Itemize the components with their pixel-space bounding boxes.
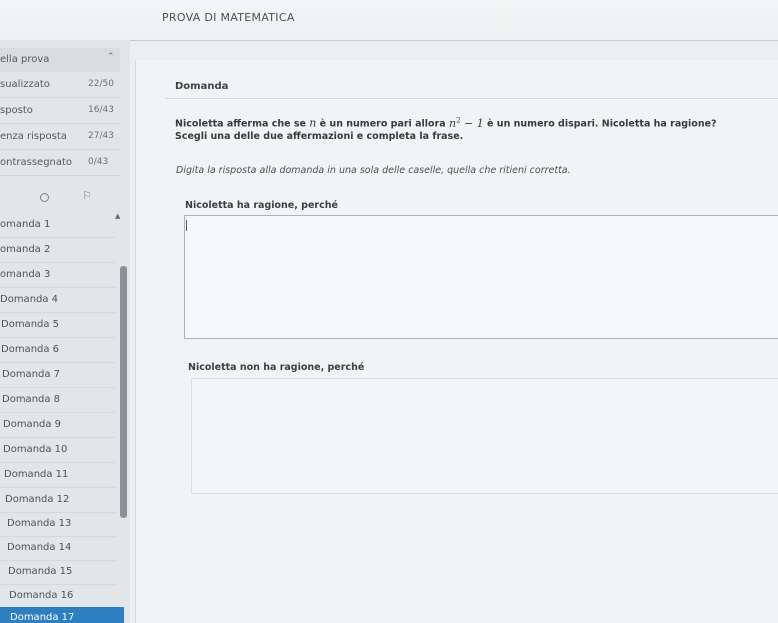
option-yes-textbox[interactable] xyxy=(184,215,778,339)
question-nav-item[interactable]: Domanda 10 xyxy=(0,438,116,463)
question-nav-item[interactable]: Domanda 14 xyxy=(0,536,116,561)
math-base: n xyxy=(448,116,457,130)
question-nav-label: Domanda 9 xyxy=(3,419,62,430)
text-caret xyxy=(186,220,187,231)
chevron-up-icon[interactable]: ⌃ xyxy=(107,52,115,62)
option-no-textbox[interactable] xyxy=(191,378,778,494)
question-nav-item[interactable]: Domanda 13 xyxy=(0,512,116,537)
question-nav-label: Domanda 17 xyxy=(10,612,75,623)
stat-row-unanswered: enza risposta 27/43 xyxy=(0,125,120,150)
question-nav-item[interactable]: Domanda 9 xyxy=(0,413,116,438)
question-nav-item[interactable]: Domanda 4 xyxy=(0,288,116,313)
flag-icon[interactable]: ⚐ xyxy=(82,189,92,202)
stat-count: 16/43 xyxy=(88,105,114,115)
question-nav-label: omanda 2 xyxy=(0,244,51,255)
question-nav-item[interactable]: omanda 2 xyxy=(0,238,116,263)
question-nav-item[interactable]: Domanda 12 xyxy=(0,488,116,513)
question-nav-label: omanda 3 xyxy=(0,269,51,280)
question-nav-item[interactable]: omanda 3 xyxy=(0,263,116,288)
summary-panel-header[interactable]: ella prova ⌃ xyxy=(0,48,120,72)
question-nav-item[interactable]: Domanda 7 xyxy=(0,363,116,388)
stat-row-answered: sposto 16/43 xyxy=(0,99,120,124)
question-nav-label: Domanda 13 xyxy=(7,518,72,529)
question-nav-label: omanda 1 xyxy=(0,219,51,230)
question-text-part: è un numero dispari. Nicoletta ha ragion… xyxy=(483,118,717,130)
question-subtext: Scegli una delle due affermazioni e comp… xyxy=(175,131,464,142)
question-nav-label: Domanda 15 xyxy=(8,566,73,577)
question-nav-item[interactable]: Domanda 6 xyxy=(0,338,116,363)
circle-icon[interactable] xyxy=(40,193,49,202)
question-nav-item[interactable]: Domanda 11 xyxy=(0,463,116,488)
question-nav-label: Domanda 12 xyxy=(5,494,70,505)
question-nav-label: Domanda 11 xyxy=(4,469,69,480)
question-nav-item[interactable]: Domanda 16 xyxy=(0,584,116,609)
question-panel xyxy=(135,60,778,623)
question-text-part: è un numero pari allora xyxy=(316,118,449,130)
stat-row-viewed: sualizzato 22/50 xyxy=(0,73,120,98)
question-nav-label: Domanda 16 xyxy=(9,590,74,601)
stat-count: 27/43 xyxy=(88,131,114,141)
question-nav-label: Domanda 8 xyxy=(2,394,61,405)
sidebar-scrollbar[interactable] xyxy=(120,266,127,518)
app-title: PROVA DI MATEMATICA xyxy=(162,11,295,24)
question-instruction: Digita la risposta alla domanda in una s… xyxy=(176,165,571,176)
top-bar: PROVA DI MATEMATICA xyxy=(0,0,778,41)
stat-label: sposto xyxy=(0,105,33,116)
question-nav-label: Domanda 10 xyxy=(3,444,68,455)
option-no-label: Nicoletta non ha ragione, perché xyxy=(188,362,365,373)
question-nav-item[interactable]: Domanda 5 xyxy=(0,313,116,338)
stat-count: 22/50 xyxy=(88,79,114,89)
math-rest: − 1 xyxy=(460,116,484,130)
question-text-part: Nicoletta afferma che se xyxy=(175,118,310,130)
option-yes-label: Nicoletta ha ragione, perché xyxy=(185,200,338,211)
summary-title: ella prova xyxy=(0,54,50,65)
question-nav-label: Domanda 7 xyxy=(2,369,61,380)
stat-label: sualizzato xyxy=(0,79,50,90)
divider xyxy=(165,98,778,99)
question-nav-item[interactable]: omanda 1 xyxy=(0,213,116,238)
question-nav-label: Domanda 4 xyxy=(0,294,59,305)
question-heading: Domanda xyxy=(175,81,229,92)
stat-row-flagged: ontrassegnato 0/43 xyxy=(0,151,120,176)
question-text: Nicoletta afferma che se n è un numero p… xyxy=(175,116,717,130)
filter-tools: ⚐ xyxy=(0,185,120,207)
question-nav-label: Domanda 5 xyxy=(1,319,60,330)
stat-count: 0/43 xyxy=(88,157,109,167)
question-nav-label: Domanda 14 xyxy=(7,542,72,553)
math-expression: n2 − 1 xyxy=(448,116,484,130)
question-nav-label: Domanda 6 xyxy=(1,344,60,355)
question-nav-item[interactable]: Domanda 15 xyxy=(0,560,116,585)
question-nav-item-active[interactable]: Domanda 17 xyxy=(0,607,124,623)
stat-label: enza risposta xyxy=(0,131,67,142)
question-nav-item[interactable]: Domanda 8 xyxy=(0,388,116,413)
stat-label: ontrassegnato xyxy=(0,157,73,168)
